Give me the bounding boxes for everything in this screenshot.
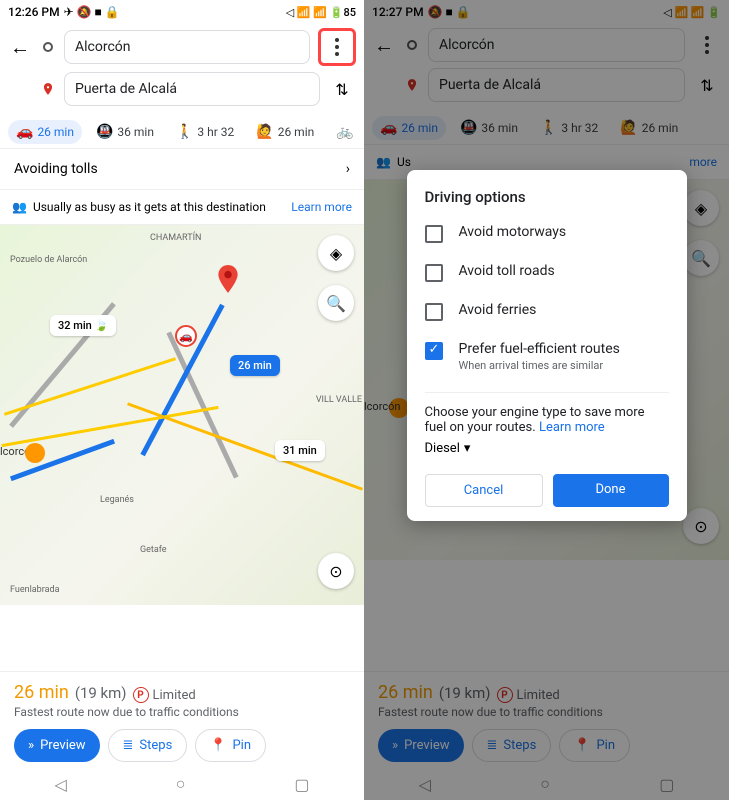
map-search-button[interactable]: 🔍 — [318, 285, 354, 321]
learn-more-link[interactable]: Learn more — [291, 200, 352, 214]
engine-text: Choose your engine type to save more fue… — [425, 405, 669, 435]
dropdown-icon: ▾ — [464, 441, 471, 456]
place-leganes: Leganés — [100, 495, 134, 505]
checkbox-fuel[interactable] — [425, 342, 443, 360]
place-chamartin: CHAMARTÍN — [150, 233, 201, 243]
divider — [425, 392, 669, 393]
route-alt1-label[interactable]: 32 min 🍃 — [50, 315, 116, 336]
pin-icon: 📍 — [210, 738, 226, 753]
mode-transit-label: 36 min — [117, 125, 154, 139]
back-arrow-icon[interactable]: ← — [8, 35, 32, 60]
preview-icon: » — [28, 738, 34, 753]
label-ferries: Avoid ferries — [459, 302, 537, 318]
status-time: 12:26 PM — [8, 5, 60, 19]
mode-walk[interactable]: 🚶 3 hr 32 — [168, 120, 242, 144]
label-motorways: Avoid motorways — [459, 224, 567, 240]
done-button[interactable]: Done — [553, 474, 669, 507]
origin-input[interactable]: Alcorcón — [64, 30, 310, 64]
nav-back-icon[interactable]: ◁ — [54, 775, 66, 794]
mode-tabs: 🚗 26 min 🚇 36 min 🚶 3 hr 32 🙋 26 min 🚲 — [0, 116, 364, 148]
option-motorways[interactable]: Avoid motorways — [425, 224, 669, 243]
system-nav: ◁ ○ ▢ — [0, 768, 364, 800]
directions-header: ← Alcorcón Puerta de Alcalá ⇅ — [0, 24, 364, 116]
avoiding-label: Avoiding tolls — [14, 161, 98, 177]
route-distance: (19 km) — [75, 684, 127, 702]
place-getafe: Getafe — [140, 545, 167, 555]
busy-banner: 👥 Usually as busy as it gets at this des… — [0, 189, 364, 225]
route-time: 26 min — [14, 682, 69, 703]
route-main-label[interactable]: 26 min — [230, 355, 280, 376]
engine-desc: Choose your engine type to save more fue… — [425, 405, 645, 435]
destination-pin-icon — [215, 265, 241, 302]
place-villa: VILL VALLE — [316, 395, 362, 405]
steps-button[interactable]: ≣ Steps — [108, 729, 188, 762]
checkbox-tolls[interactable] — [425, 264, 443, 282]
nav-home-icon[interactable]: ○ — [176, 774, 186, 794]
cancel-button[interactable]: Cancel — [425, 474, 543, 507]
engine-learn-link[interactable]: Learn more — [539, 420, 605, 435]
status-icons: ✈ 🔕 ■ 🔒 — [64, 5, 120, 19]
mode-transit[interactable]: 🚇 36 min — [88, 120, 162, 144]
option-fuel-efficient[interactable]: Prefer fuel-efficient routes When arriva… — [425, 341, 669, 372]
pin-button[interactable]: 📍 Pin — [195, 729, 266, 762]
engine-select[interactable]: Diesel ▾ — [425, 441, 669, 456]
parking-label: Limited — [153, 688, 196, 703]
map[interactable]: CHAMARTÍN Pozuelo de Alarcón Leganés Get… — [0, 225, 364, 605]
checkbox-motorways[interactable] — [425, 225, 443, 243]
route-alt2-label[interactable]: 31 min — [275, 440, 325, 461]
checkbox-ferries[interactable] — [425, 303, 443, 321]
origin-marker-icon — [40, 42, 56, 52]
mode-bike[interactable]: 🚲 — [328, 120, 361, 144]
label-fuel: Prefer fuel-efficient routes — [459, 341, 620, 357]
recenter-button[interactable]: ⊙ — [318, 553, 354, 589]
mode-taxi-label: 26 min — [278, 125, 315, 139]
place-fuenlabrada: Fuenlabrada — [10, 585, 59, 595]
bike-icon: 🚲 — [336, 124, 353, 140]
mode-taxi[interactable]: 🙋 26 min — [248, 120, 322, 144]
route-alert-icon: 🚗 — [175, 325, 197, 347]
route-description: Fastest route now due to traffic conditi… — [14, 705, 350, 719]
nav-recent-icon[interactable]: ▢ — [294, 775, 309, 794]
car-icon: 🚗 — [16, 124, 33, 140]
label-fuel-sub: When arrival times are similar — [459, 359, 620, 372]
destination-marker-icon — [40, 82, 56, 96]
route-sheet: 26 min (19 km) P Limited Fastest route no… — [0, 671, 364, 769]
destination-input[interactable]: Puerta de Alcalá — [64, 72, 320, 106]
origin-dot-icon — [25, 443, 45, 463]
driving-options-dialog: Driving options Avoid motorways Avoid to… — [407, 170, 687, 521]
preview-button[interactable]: » Preview — [14, 729, 100, 762]
pin-label: Pin — [232, 738, 251, 753]
label-tolls: Avoid toll roads — [459, 263, 555, 279]
busy-text: Usually as busy as it gets at this desti… — [33, 200, 266, 214]
highlight-more-menu — [318, 28, 356, 66]
status-bar: 12:26 PM ✈ 🔕 ■ 🔒 ◁ 📶 📶 🔋85 — [0, 0, 364, 24]
engine-value: Diesel — [425, 441, 460, 456]
dialog-title: Driving options — [425, 188, 669, 206]
screen-left: 12:26 PM ✈ 🔕 ■ 🔒 ◁ 📶 📶 🔋85 ← Alcorcón Pue… — [0, 0, 364, 800]
screen-right: 12:27 PM🔕 ■ 🔒 ◁ 📶 📶 🔋 ← Alcorcón Puerta … — [364, 0, 729, 800]
mode-walk-label: 3 hr 32 — [197, 125, 234, 139]
swap-button[interactable]: ⇅ — [328, 75, 356, 103]
mode-car[interactable]: 🚗 26 min — [8, 120, 82, 144]
layers-button[interactable]: ◈ — [318, 235, 354, 271]
taxi-icon: 🙋 — [256, 124, 273, 140]
option-ferries[interactable]: Avoid ferries — [425, 302, 669, 321]
status-right: ◁ 📶 📶 🔋85 — [286, 6, 356, 19]
preview-label: Preview — [40, 738, 85, 753]
transit-icon: 🚇 — [96, 124, 113, 140]
mode-car-label: 26 min — [37, 125, 74, 139]
parking-icon: P — [133, 687, 149, 703]
place-pozuelo: Pozuelo de Alarcón — [10, 255, 87, 265]
chevron-right-icon: › — [346, 161, 350, 177]
walk-icon: 🚶 — [176, 124, 193, 140]
steps-icon: ≣ — [123, 738, 134, 753]
steps-label: Steps — [139, 738, 172, 753]
people-icon: 👥 — [12, 200, 27, 214]
option-tolls[interactable]: Avoid toll roads — [425, 263, 669, 282]
avoiding-row[interactable]: Avoiding tolls › — [0, 148, 364, 189]
more-options-button[interactable] — [323, 33, 351, 61]
